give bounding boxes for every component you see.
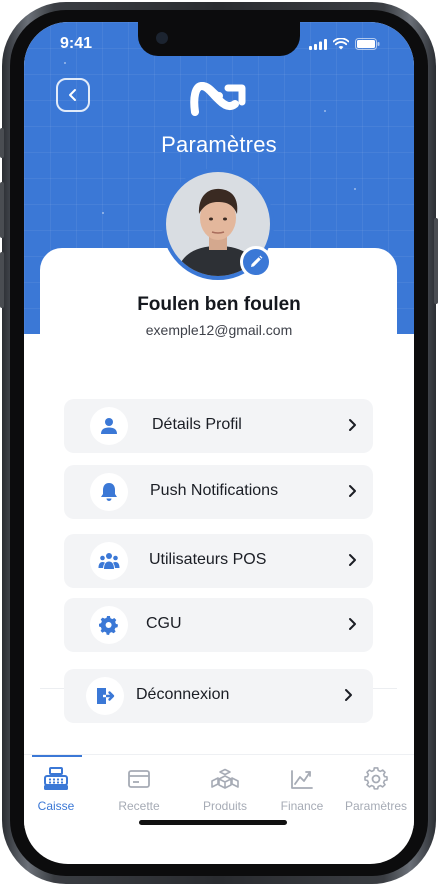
pencil-icon xyxy=(251,255,263,267)
menu-item-pos-users[interactable]: Utilisateurs POS xyxy=(64,534,373,588)
app-logo xyxy=(190,81,246,116)
boxes-icon xyxy=(211,768,239,789)
users-icon xyxy=(98,553,120,569)
mute-switch xyxy=(0,128,4,158)
menu-item-label: Utilisateurs POS xyxy=(149,551,267,568)
menu-item-label: Déconnexion xyxy=(136,686,230,703)
wifi-icon xyxy=(333,38,349,50)
back-button[interactable] xyxy=(56,78,90,112)
active-tab-indicator xyxy=(32,755,82,757)
chevron-right-icon xyxy=(349,419,356,431)
tab-label: Finance xyxy=(280,799,324,813)
chevron-left-icon xyxy=(69,89,76,101)
tab-parametres[interactable]: Paramètres xyxy=(336,765,414,813)
app-screen: 9:41 Paramètres Foulen ben foulen exempl… xyxy=(24,22,414,864)
user-icon xyxy=(101,418,117,434)
bottom-tab-bar: Caisse Recette Produits Finance Paramètr… xyxy=(24,754,414,828)
volume-up-button xyxy=(0,182,4,238)
menu-item-label: CGU xyxy=(146,615,182,632)
status-time: 9:41 xyxy=(60,35,93,52)
status-icons xyxy=(309,38,380,50)
page-title: Paramètres xyxy=(161,132,277,157)
power-button xyxy=(434,218,438,304)
user-email: exemple12@gmail.com xyxy=(145,322,293,338)
tab-recette[interactable]: Recette xyxy=(99,765,179,813)
icon-badge xyxy=(86,677,124,715)
card-icon xyxy=(128,770,150,788)
gear-icon xyxy=(99,615,118,635)
menu-item-label: Push Notifications xyxy=(150,482,279,499)
tab-label: Produits xyxy=(202,799,248,813)
chevron-right-icon xyxy=(349,618,356,630)
icon-badge xyxy=(90,606,128,644)
menu-item-label: Détails Profil xyxy=(152,416,242,433)
front-camera xyxy=(156,32,168,44)
user-name: Foulen ben foulen xyxy=(137,294,301,315)
menu-item-logout[interactable]: Déconnexion xyxy=(64,669,373,723)
logout-icon xyxy=(97,688,115,704)
tab-label: Caisse xyxy=(37,799,75,813)
volume-down-button xyxy=(0,252,4,308)
notch xyxy=(138,22,300,56)
bell-icon xyxy=(101,483,117,501)
signal-icon xyxy=(309,38,327,50)
chevron-right-icon xyxy=(345,689,352,701)
chevron-right-icon xyxy=(349,554,356,566)
edit-avatar-button[interactable] xyxy=(240,246,272,278)
chart-icon xyxy=(291,770,313,789)
tab-caisse[interactable]: Caisse xyxy=(24,765,96,813)
icon-badge xyxy=(90,473,128,511)
tab-label: Recette xyxy=(118,799,160,813)
cash-register-icon xyxy=(44,767,68,790)
tab-finance[interactable]: Finance xyxy=(262,765,342,813)
menu-item-push-notifications[interactable]: Push Notifications xyxy=(64,465,373,519)
icon-badge xyxy=(90,407,128,445)
icon-badge xyxy=(90,542,128,580)
home-indicator xyxy=(139,820,287,825)
battery-icon xyxy=(355,38,380,50)
chevron-right-icon xyxy=(349,485,356,497)
menu-item-profile-details[interactable]: Détails Profil xyxy=(64,399,373,453)
tab-produits[interactable]: Produits xyxy=(185,765,265,813)
tab-label: Paramètres xyxy=(344,799,408,813)
menu-item-cgu[interactable]: CGU xyxy=(64,598,373,652)
settings-icon xyxy=(364,767,388,790)
